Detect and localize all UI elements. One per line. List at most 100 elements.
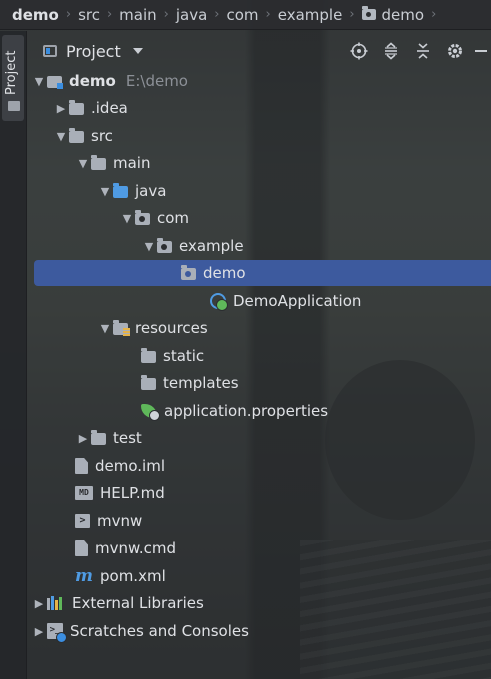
shell-script-icon: > — [75, 514, 90, 528]
chevron-down-icon[interactable] — [132, 48, 143, 54]
tree-node-label: Scratches and Consoles — [70, 622, 249, 640]
tree-node-demo-application[interactable]: DemoApplication — [27, 288, 491, 314]
tree-node-label: static — [163, 347, 205, 365]
breadcrumb-item-com[interactable]: com — [227, 6, 259, 24]
chevron-right-icon: › — [349, 7, 355, 22]
libraries-icon — [47, 596, 65, 610]
breadcrumb-item-demo[interactable]: demo — [12, 6, 59, 24]
chevron-down-icon[interactable]: ▼ — [97, 322, 113, 335]
spring-boot-class-icon — [210, 293, 228, 311]
iml-file-icon — [75, 458, 88, 474]
tree-node-idea[interactable]: ▶ .idea — [27, 95, 491, 121]
tree-node-example[interactable]: ▼ example — [27, 233, 491, 259]
tree-node-resources[interactable]: ▼ resources — [27, 315, 491, 341]
chevron-down-icon[interactable]: ▼ — [141, 240, 157, 253]
chevron-right-icon: › — [163, 7, 169, 22]
breadcrumb-item-demo-package[interactable]: demo — [382, 6, 425, 24]
project-tool-tab-label: Project — [4, 50, 19, 96]
package-icon — [181, 265, 196, 280]
tree-node-src[interactable]: ▼ src — [27, 123, 491, 149]
folder-icon — [8, 101, 20, 111]
tree-node-demo-iml[interactable]: demo.iml — [27, 453, 491, 479]
tree-node-label: demo.iml — [95, 457, 165, 475]
tree-node-help-md[interactable]: MD HELP.md — [27, 480, 491, 506]
tree-node-path: E:\demo — [125, 72, 188, 90]
tree-node-label: test — [113, 429, 142, 447]
expand-all-icon[interactable] — [375, 31, 407, 71]
chevron-down-icon[interactable]: ▼ — [31, 75, 47, 88]
breadcrumb: demo › src › main › java › com › example… — [0, 0, 491, 30]
tree-node-label: DemoApplication — [233, 292, 362, 310]
gear-icon[interactable] — [439, 31, 471, 71]
tree-node-templates[interactable]: templates — [27, 370, 491, 396]
spring-properties-icon — [141, 404, 160, 421]
tree-node-label: src — [91, 127, 113, 145]
collapse-all-icon[interactable] — [407, 31, 439, 71]
locate-icon[interactable] — [343, 31, 375, 71]
tree-node-label: pom.xml — [100, 567, 166, 585]
chevron-down-icon[interactable]: ▼ — [53, 130, 69, 143]
tree-node-label: application.properties — [164, 402, 329, 420]
source-folder-icon — [113, 183, 128, 198]
tree-node-application-properties[interactable]: application.properties — [27, 398, 491, 424]
tree-node-label: demo — [69, 72, 116, 90]
tree-node-java[interactable]: ▼ java — [27, 178, 491, 204]
panel-actions — [343, 31, 491, 71]
project-tool-tab[interactable]: Project — [2, 35, 24, 121]
tree-node-label: mvnw — [97, 512, 143, 530]
tree-node-label: demo — [203, 264, 246, 282]
tree-node-label: com — [157, 209, 190, 227]
tree-node-label: .idea — [91, 99, 128, 117]
project-view-icon — [43, 45, 57, 57]
tree-node-label: resources — [135, 319, 208, 337]
tree-node-demo-package[interactable]: demo — [34, 260, 491, 286]
minimize-icon[interactable] — [471, 31, 491, 71]
chevron-right-icon: › — [65, 7, 72, 22]
tree-node-pom-xml[interactable]: m pom.xml — [27, 563, 491, 589]
tree-node-scratches[interactable]: ▶ >_ Scratches and Consoles — [27, 618, 491, 644]
chevron-right-icon: › — [106, 7, 113, 22]
tree-node-main[interactable]: ▼ main — [27, 150, 491, 176]
tree-node-mvnw-cmd[interactable]: mvnw.cmd — [27, 535, 491, 561]
package-icon — [157, 238, 172, 253]
chevron-right-icon[interactable]: ▶ — [31, 597, 47, 610]
tree-node-label: HELP.md — [100, 484, 165, 502]
package-icon — [135, 210, 150, 225]
tree-node-test[interactable]: ▶ test — [27, 425, 491, 451]
breadcrumb-item-main[interactable]: main — [119, 6, 156, 24]
breadcrumb-item-example[interactable]: example — [278, 6, 343, 24]
tree-node-label: example — [179, 237, 244, 255]
chevron-right-icon[interactable]: ▶ — [75, 432, 91, 445]
chevron-right-icon: › — [214, 7, 220, 22]
markdown-file-icon: MD — [75, 486, 93, 500]
tree-node-com[interactable]: ▼ com — [27, 205, 491, 231]
chevron-right-icon: › — [431, 7, 437, 22]
chevron-right-icon[interactable]: ▶ — [53, 102, 69, 115]
tree-node-mvnw[interactable]: > mvnw — [27, 508, 491, 534]
left-tool-strip: Project — [0, 31, 27, 679]
breadcrumb-item-src[interactable]: src — [78, 6, 100, 24]
folder-icon — [91, 430, 106, 445]
folder-icon — [141, 375, 156, 390]
chevron-down-icon[interactable]: ▼ — [119, 212, 135, 225]
project-panel-header: Project — [27, 31, 491, 71]
ide-window: demo › src › main › java › com › example… — [0, 0, 491, 679]
module-folder-icon — [47, 76, 63, 89]
cmd-file-icon — [75, 540, 88, 556]
breadcrumb-item-java[interactable]: java — [176, 6, 207, 24]
chevron-down-icon[interactable]: ▼ — [97, 185, 113, 198]
tree-node-label: External Libraries — [72, 594, 204, 612]
chevron-right-icon: › — [265, 7, 271, 22]
tree-node-label: main — [113, 154, 151, 172]
folder-icon — [69, 128, 84, 143]
tree-node-external-libraries[interactable]: ▶ External Libraries — [27, 590, 491, 616]
chevron-down-icon[interactable]: ▼ — [75, 157, 91, 170]
panel-title[interactable]: Project — [66, 42, 121, 61]
folder-icon — [91, 155, 106, 170]
tree-node-label: templates — [163, 374, 239, 392]
tree-node-root[interactable]: ▼ demo E:\demo — [27, 68, 491, 94]
tree-node-static[interactable]: static — [27, 343, 491, 369]
chevron-right-icon[interactable]: ▶ — [31, 625, 47, 638]
maven-icon: m — [75, 566, 93, 586]
tree-node-label: mvnw.cmd — [95, 539, 177, 557]
